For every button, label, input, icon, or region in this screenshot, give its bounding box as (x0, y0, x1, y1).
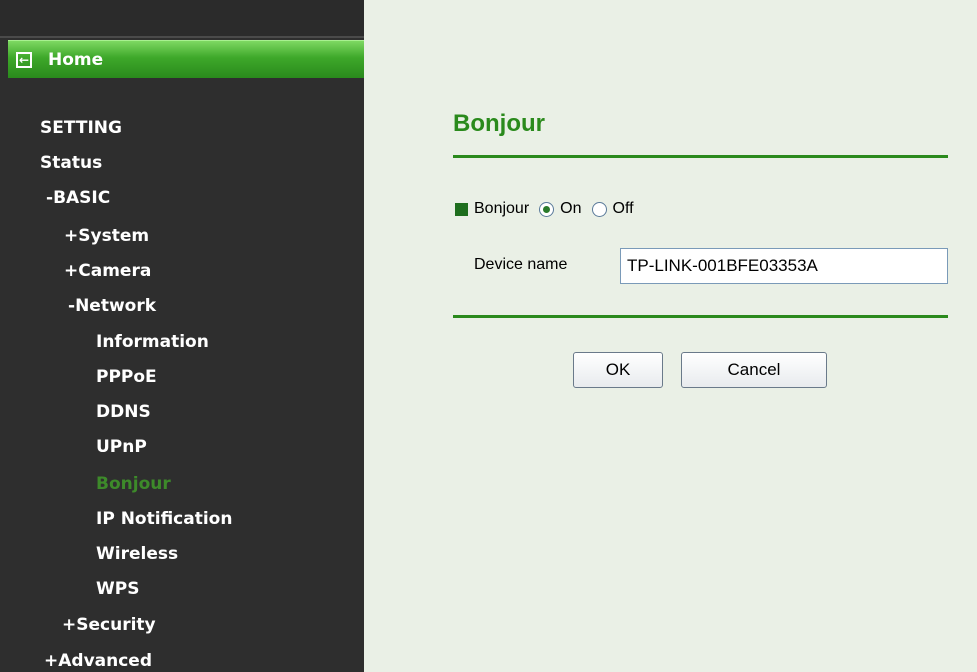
nav-network[interactable]: -Network (68, 296, 156, 316)
nav-advanced-label: Advanced (58, 651, 153, 671)
nav-system[interactable]: +System (64, 226, 149, 246)
device-name-row: Device name (474, 256, 567, 274)
nav-upnp[interactable]: UPnP (96, 437, 147, 457)
collapse-icon: - (46, 188, 54, 208)
nav-wps[interactable]: WPS (96, 579, 139, 599)
collapse-icon: - (68, 296, 76, 316)
back-arrow-icon: ← (16, 51, 32, 68)
nav-ddns-label: DDNS (96, 402, 151, 422)
nav-network-label: Network (75, 296, 157, 316)
bonjour-setting-row: Bonjour On Off (455, 200, 634, 218)
home-button[interactable]: ← Home (8, 40, 364, 78)
home-label: Home (48, 49, 104, 70)
section-bullet-icon (455, 202, 468, 216)
bonjour-on-label[interactable]: On (560, 200, 581, 218)
device-name-label: Device name (474, 256, 568, 273)
expand-icon: + (62, 615, 77, 635)
nav-status-label: Status (40, 153, 103, 173)
nav-system-label: System (78, 226, 150, 246)
nav-pppoe[interactable]: PPPoE (96, 367, 157, 387)
cancel-button[interactable]: Cancel (681, 352, 827, 388)
nav-pppoe-label: PPPoE (96, 367, 157, 387)
nav-security[interactable]: +Security (62, 615, 156, 635)
title-divider (453, 155, 948, 158)
nav-wireless-label: Wireless (96, 544, 179, 564)
nav-basic-label: BASIC (53, 188, 111, 208)
nav-wireless[interactable]: Wireless (96, 544, 178, 564)
nav-ddns[interactable]: DDNS (96, 402, 151, 422)
nav-setting-label: SETTING (40, 118, 122, 138)
nav-status[interactable]: Status (40, 153, 102, 173)
nav-camera-label: Camera (78, 261, 152, 281)
expand-icon: + (64, 261, 79, 281)
nav-bonjour[interactable]: Bonjour (96, 474, 171, 494)
nav-information-label: Information (96, 332, 209, 352)
bonjour-label: Bonjour (474, 200, 530, 217)
expand-icon: + (64, 226, 79, 246)
nav-information[interactable]: Information (96, 332, 209, 352)
nav-bonjour-label: Bonjour (96, 474, 171, 494)
nav-security-label: Security (76, 615, 156, 635)
nav-ip-notification[interactable]: IP Notification (96, 509, 232, 529)
nav-setting: SETTING (40, 118, 122, 138)
bonjour-off-radio[interactable] (591, 201, 607, 217)
sidebar-top-band (0, 0, 364, 38)
form-divider (453, 315, 948, 318)
nav-basic[interactable]: -BASIC (46, 188, 110, 208)
ok-button[interactable]: OK (573, 352, 663, 388)
page-title: Bonjour (453, 110, 545, 137)
device-name-input[interactable]: TP-LINK-001BFE03353A (620, 248, 948, 284)
nav-camera[interactable]: +Camera (64, 261, 151, 281)
bonjour-off-label[interactable]: Off (613, 200, 634, 218)
nav-wps-label: WPS (96, 579, 140, 599)
nav-upnp-label: UPnP (96, 437, 147, 457)
expand-icon: + (44, 651, 59, 671)
bonjour-on-radio[interactable] (539, 201, 555, 217)
nav-advanced[interactable]: +Advanced (44, 651, 152, 671)
nav-ip-notification-label: IP Notification (96, 509, 233, 529)
sidebar: ← Home SETTING Status -BASIC +System +Ca… (0, 0, 364, 672)
